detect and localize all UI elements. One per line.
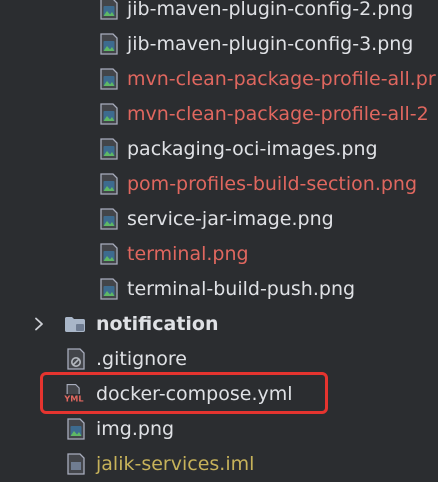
ignore-file-icon bbox=[67, 348, 85, 370]
yaml-file-icon: YML bbox=[62, 384, 86, 404]
image-file-icon bbox=[100, 243, 118, 265]
tree-item-packaging-oci-images[interactable]: packaging-oci-images.png bbox=[0, 132, 438, 167]
tree-item-label: mvn-clean-package-profile-all-2 bbox=[127, 103, 429, 125]
tree-item-label: terminal-build-push.png bbox=[127, 278, 356, 300]
tree-item-label: img.png bbox=[96, 418, 175, 440]
image-file-icon bbox=[100, 68, 118, 90]
tree-item-terminal-build-push[interactable]: terminal-build-push.png bbox=[0, 272, 438, 307]
image-file-icon bbox=[100, 173, 118, 195]
tree-item-label: docker-compose.yml bbox=[96, 383, 293, 405]
chevron-right-icon[interactable] bbox=[30, 315, 48, 333]
tree-item-label: jib-maven-plugin-config-2.png bbox=[127, 0, 414, 20]
folder-icon bbox=[65, 317, 85, 332]
image-file-icon bbox=[100, 0, 118, 20]
tree-item-jib-config-3[interactable]: jib-maven-plugin-config-3.png bbox=[0, 27, 438, 62]
tree-item-label: service-jar-image.png bbox=[127, 208, 334, 230]
image-file-icon bbox=[100, 33, 118, 55]
image-file-icon bbox=[100, 103, 118, 125]
tree-item-mvn-profile-all-2[interactable]: mvn-clean-package-profile-all-2 bbox=[0, 97, 438, 132]
tree-item-jib-config-2[interactable]: jib-maven-plugin-config-2.png bbox=[0, 0, 438, 27]
tree-item-label: terminal.png bbox=[127, 243, 249, 265]
image-file-icon bbox=[100, 138, 118, 160]
tree-item-img[interactable]: img.png bbox=[0, 412, 438, 447]
tree-item-service-jar-image[interactable]: service-jar-image.png bbox=[0, 202, 438, 237]
tree-item-pom-profiles[interactable]: pom-profiles-build-section.png bbox=[0, 167, 438, 202]
tree-item-label: mvn-clean-package-profile-all.pr bbox=[127, 68, 436, 90]
tree-item-label: jalik-services.iml bbox=[96, 453, 255, 475]
tree-item-label: pom-profiles-build-section.png bbox=[127, 173, 418, 195]
tree-item-label: .gitignore bbox=[96, 348, 187, 370]
tree-item-label: jib-maven-plugin-config-3.png bbox=[127, 33, 414, 55]
yaml-badge-text: YML bbox=[63, 394, 83, 404]
project-tree: jib-maven-plugin-config-2.png jib-maven-… bbox=[0, 0, 438, 475]
tree-item-gitignore[interactable]: .gitignore bbox=[0, 342, 438, 377]
image-file-icon bbox=[100, 208, 118, 230]
module-file-icon bbox=[67, 453, 85, 475]
image-file-icon bbox=[100, 278, 118, 300]
tree-item-mvn-profile-all[interactable]: mvn-clean-package-profile-all.pr bbox=[0, 62, 438, 97]
tree-item-docker-compose[interactable]: YML docker-compose.yml bbox=[0, 377, 438, 412]
tree-item-terminal[interactable]: terminal.png bbox=[0, 237, 438, 272]
tree-item-label: packaging-oci-images.png bbox=[127, 138, 378, 160]
image-file-icon bbox=[67, 418, 85, 440]
tree-folder-notification[interactable]: notification bbox=[0, 307, 438, 342]
tree-item-label: notification bbox=[96, 313, 219, 335]
